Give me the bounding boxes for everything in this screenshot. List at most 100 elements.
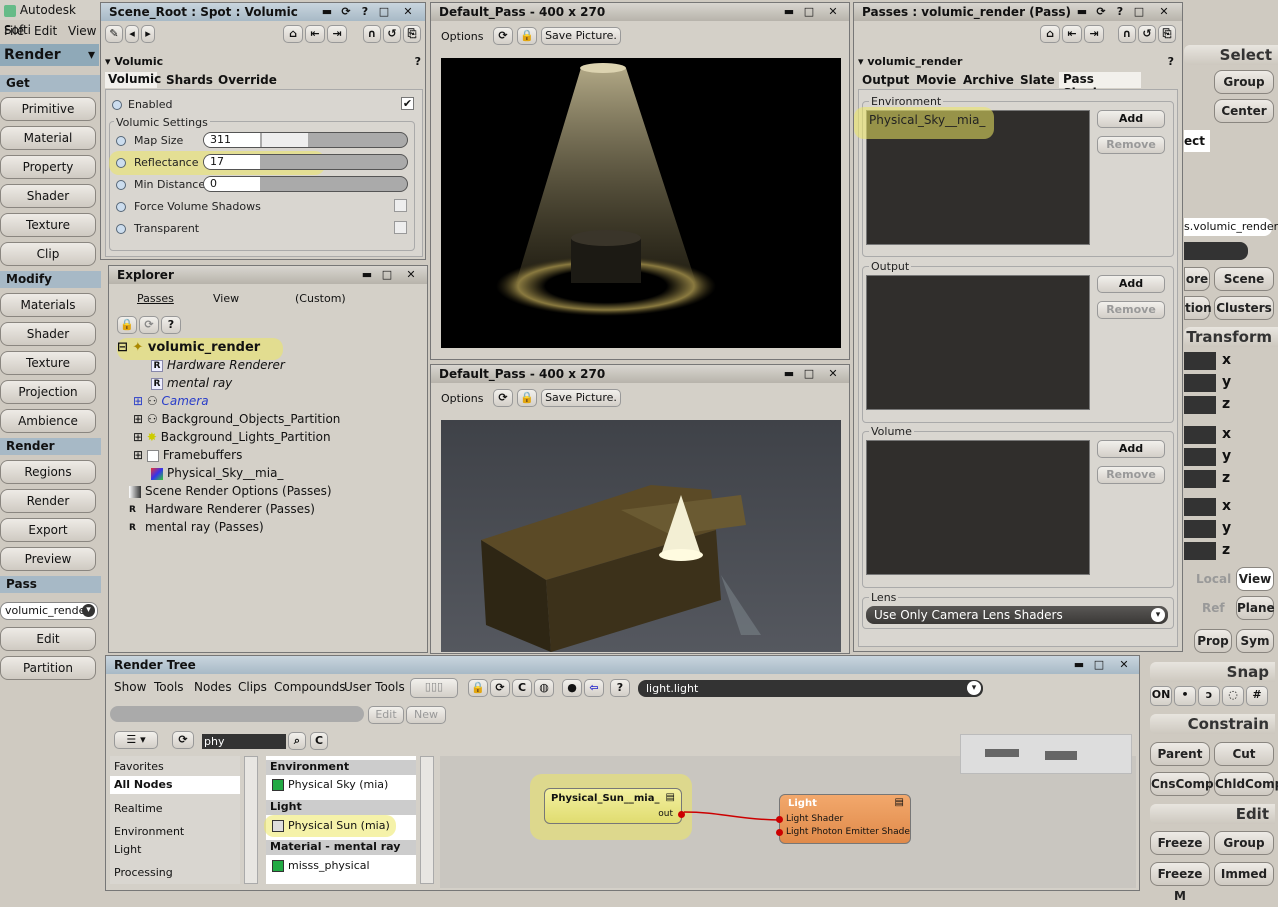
clip-button[interactable]: Clip — [0, 242, 96, 266]
texture-button[interactable]: Texture — [0, 213, 96, 237]
primitive-button[interactable]: Primitive — [0, 97, 96, 121]
snap-on-button[interactable]: ON — [1150, 686, 1172, 706]
tree-item-mental-ray[interactable]: Rmental ray — [151, 376, 232, 390]
passes-menu[interactable]: Passes — [137, 292, 174, 305]
close-icon[interactable]: ✕ — [403, 267, 419, 282]
translate-x-field[interactable] — [1184, 498, 1216, 516]
refresh-icon[interactable]: ⟳ — [338, 4, 354, 19]
node-menu-icon[interactable]: ▤ — [895, 797, 904, 808]
tab-archive[interactable]: Archive — [963, 73, 1014, 87]
ambience-button[interactable]: Ambience — [0, 409, 96, 433]
materials-button[interactable]: Materials — [0, 293, 96, 317]
back-icon[interactable]: ⇤ — [1062, 25, 1082, 43]
tab-output[interactable]: Output — [862, 73, 909, 87]
axis-x-label[interactable]: x — [1222, 352, 1231, 368]
volume-add-button[interactable]: Add — [1097, 440, 1165, 458]
axis-x-label[interactable]: x — [1222, 498, 1231, 514]
freeze-button[interactable]: Freeze — [1150, 831, 1210, 855]
minimize-icon[interactable]: ▬ — [1071, 657, 1087, 672]
back-arrow-icon[interactable]: ⇦ — [584, 679, 604, 697]
menu-file[interactable]: File — [4, 21, 24, 41]
animation-divot-icon[interactable] — [116, 224, 126, 234]
material-button[interactable]: Material — [0, 126, 96, 150]
enabled-checkbox[interactable]: ✔ — [401, 97, 414, 110]
render-button[interactable]: Render — [0, 489, 96, 513]
node-path-field[interactable]: light.light ▾ — [638, 680, 983, 697]
scene-button[interactable]: Scene — [1214, 267, 1274, 291]
tree-new-button[interactable]: New — [406, 706, 446, 724]
animation-divot-icon[interactable] — [116, 202, 126, 212]
minimize-icon[interactable]: ▬ — [781, 366, 797, 381]
projection-button[interactable]: Projection — [0, 380, 96, 404]
scale-x-field[interactable] — [1184, 352, 1216, 370]
help-icon[interactable]: ? — [357, 4, 373, 19]
lock-icon[interactable]: ∩ — [1118, 25, 1136, 43]
help-icon[interactable]: ? — [415, 55, 421, 68]
tree-edit-button[interactable]: Edit — [368, 706, 404, 724]
ref-label[interactable]: Ref — [1202, 601, 1225, 615]
list-view-icon[interactable]: ☰ ▾ — [114, 731, 158, 749]
view-layout-icon[interactable]: ▯▯▯ — [410, 678, 458, 698]
minimize-icon[interactable]: ▬ — [319, 4, 335, 19]
axis-z-label[interactable]: z — [1222, 542, 1230, 558]
axis-y-label[interactable]: y — [1222, 520, 1231, 536]
cut-button[interactable]: Cut — [1214, 742, 1274, 766]
maximize-icon[interactable]: □ — [801, 366, 817, 381]
tab-shards[interactable]: Shards — [166, 73, 213, 87]
center-button[interactable]: Center — [1214, 99, 1274, 123]
category-all-nodes[interactable]: All Nodes — [110, 776, 240, 794]
lock-icon[interactable]: 🔒 — [517, 27, 537, 45]
clear-search-icon[interactable]: C — [310, 732, 328, 750]
tree-item-volumic-render[interactable]: ⊟ ✦ volumic_render — [117, 340, 260, 355]
help-icon[interactable]: ? — [1112, 4, 1128, 19]
view-menu[interactable]: View — [213, 292, 239, 305]
back-icon[interactable]: ⇤ — [305, 25, 325, 43]
snap-curve-icon[interactable]: ↄ — [1198, 686, 1220, 706]
map-size-slider[interactable]: 311 — [203, 132, 408, 148]
port-dot-icon[interactable] — [776, 829, 783, 836]
environment-add-button[interactable]: Add — [1097, 110, 1165, 128]
translate-z-field[interactable] — [1184, 542, 1216, 560]
help-icon[interactable]: ? — [1168, 55, 1174, 68]
tree-item-physical-sky[interactable]: Physical_Sky__mia_ — [151, 466, 283, 480]
node-physical-sun[interactable]: Physical Sun (mia) — [272, 819, 390, 832]
tab-override[interactable]: Override — [218, 73, 277, 87]
maximize-icon[interactable]: □ — [376, 4, 392, 19]
revert-icon[interactable]: ↺ — [383, 25, 401, 43]
shader-button[interactable]: Shader — [0, 184, 96, 208]
prop-button[interactable]: Prop — [1194, 629, 1232, 653]
map-size-value[interactable]: 311 — [204, 133, 260, 147]
refresh-icon[interactable]: ⟳ — [1093, 4, 1109, 19]
modify-texture-button[interactable]: Texture — [0, 351, 96, 375]
regions-button[interactable]: Regions — [0, 460, 96, 484]
lock-icon[interactable]: 🔒 — [117, 316, 137, 334]
rotate-x-field[interactable] — [1184, 426, 1216, 444]
edit-group-button[interactable]: Group — [1214, 831, 1274, 855]
close-icon[interactable]: ✕ — [825, 4, 841, 19]
translate-y-field[interactable] — [1184, 520, 1216, 538]
tree-item-scene-render-options[interactable]: Scene Render Options (Passes) — [129, 484, 332, 498]
animation-divot-icon[interactable] — [116, 180, 126, 190]
axis-z-label[interactable]: z — [1222, 396, 1230, 412]
refresh-icon[interactable]: ⟳ — [493, 389, 513, 407]
tab-slate[interactable]: Slate — [1020, 73, 1055, 87]
tree-item-framebuffers[interactable]: ⊞ Framebuffers — [133, 448, 242, 462]
minimize-icon[interactable]: ▬ — [359, 267, 375, 282]
sun-shader-node[interactable]: Physical_Sun__mia_ ▤ out — [544, 788, 685, 824]
search-icon[interactable]: ⌕ — [288, 732, 306, 750]
tree-item-camera[interactable]: ⊞ ⚇ Camera — [133, 394, 209, 408]
menu-view[interactable]: View — [68, 21, 96, 41]
user-tools-menu[interactable]: User Tools — [344, 680, 405, 694]
min-distance-value[interactable]: 0 — [204, 177, 260, 191]
close-icon[interactable]: ✕ — [1156, 4, 1172, 19]
category-processing[interactable]: Processing — [114, 866, 173, 879]
save-picture-button[interactable]: Save Picture. — [541, 27, 621, 45]
local-label[interactable]: Local — [1196, 572, 1231, 586]
tree-item-hardware-renderer[interactable]: R Hardware Renderer — [151, 358, 285, 372]
nodes-menu[interactable]: Nodes — [194, 680, 232, 694]
snap-point-icon[interactable]: • — [1174, 686, 1196, 706]
volume-list[interactable] — [866, 440, 1090, 575]
cnscomp-button[interactable]: CnsComp — [1150, 772, 1214, 796]
keep-icon[interactable]: ⎘ — [1158, 25, 1176, 43]
preset-icon[interactable]: ✎ — [105, 25, 123, 43]
